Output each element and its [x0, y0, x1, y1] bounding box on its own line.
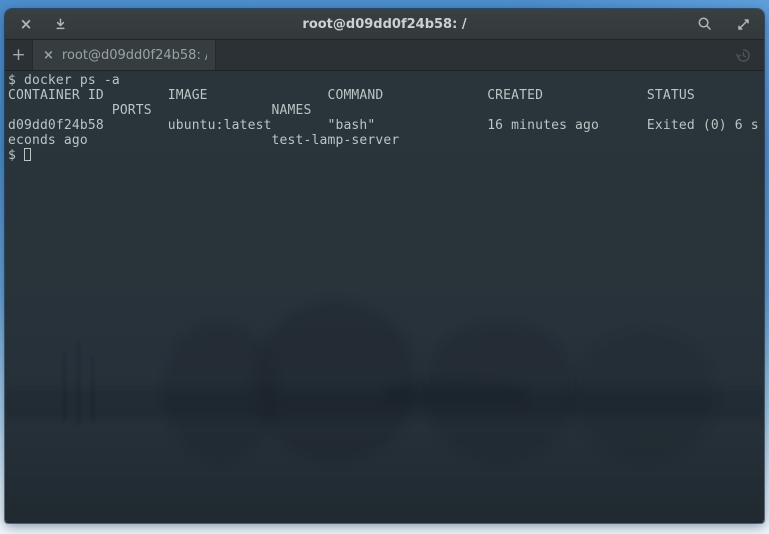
session-history-button[interactable]: [728, 40, 758, 70]
tab-bar: + × root@d09dd0f24b58: /: [5, 40, 764, 71]
search-button[interactable]: [696, 15, 714, 33]
desktop-wallpaper: × root@d09dd0f24b58: /: [0, 0, 769, 534]
close-window-button[interactable]: ×: [17, 15, 35, 33]
terminal-prompt-line: $: [8, 148, 764, 163]
tab-close-button[interactable]: ×: [43, 49, 54, 62]
session-history-icon: [735, 47, 752, 64]
search-icon: [697, 16, 713, 32]
window-titlebar[interactable]: × root@d09dd0f24b58: /: [5, 9, 764, 40]
titlebar-right-controls: [682, 15, 752, 33]
terminal-line: PORTS NAMES: [8, 103, 764, 118]
add-terminal-down-button[interactable]: [51, 15, 69, 33]
tabbar-spacer: [216, 40, 728, 70]
terminal-line: d09dd0f24b58 ubuntu:latest "bash" 16 min…: [8, 118, 764, 133]
titlebar-left-controls: ×: [17, 15, 87, 33]
terminal-line: CONTAINER ID IMAGE COMMAND CREATED STATU…: [8, 88, 764, 103]
terminal-line: econds ago test-lamp-server: [8, 133, 764, 148]
window-title: root@d09dd0f24b58: /: [87, 17, 682, 32]
close-icon: ×: [20, 17, 33, 32]
terminal-line: $ docker ps -a: [8, 73, 764, 88]
tab-active[interactable]: × root@d09dd0f24b58: /: [33, 40, 216, 70]
plus-icon: +: [11, 47, 25, 64]
new-tab-button[interactable]: +: [5, 40, 33, 70]
terminal-window: × root@d09dd0f24b58: /: [5, 9, 764, 523]
terminal-view[interactable]: $ docker ps -a CONTAINER ID IMAGE COMMAN…: [5, 71, 764, 521]
resize-diagonal-icon: [736, 17, 751, 32]
download-arrow-icon: [54, 17, 67, 31]
terminal-cursor: [24, 148, 31, 161]
tab-label: root@d09dd0f24b58: /: [62, 48, 207, 63]
shell-prompt: $: [8, 148, 24, 163]
resize-terminal-button[interactable]: [734, 15, 752, 33]
